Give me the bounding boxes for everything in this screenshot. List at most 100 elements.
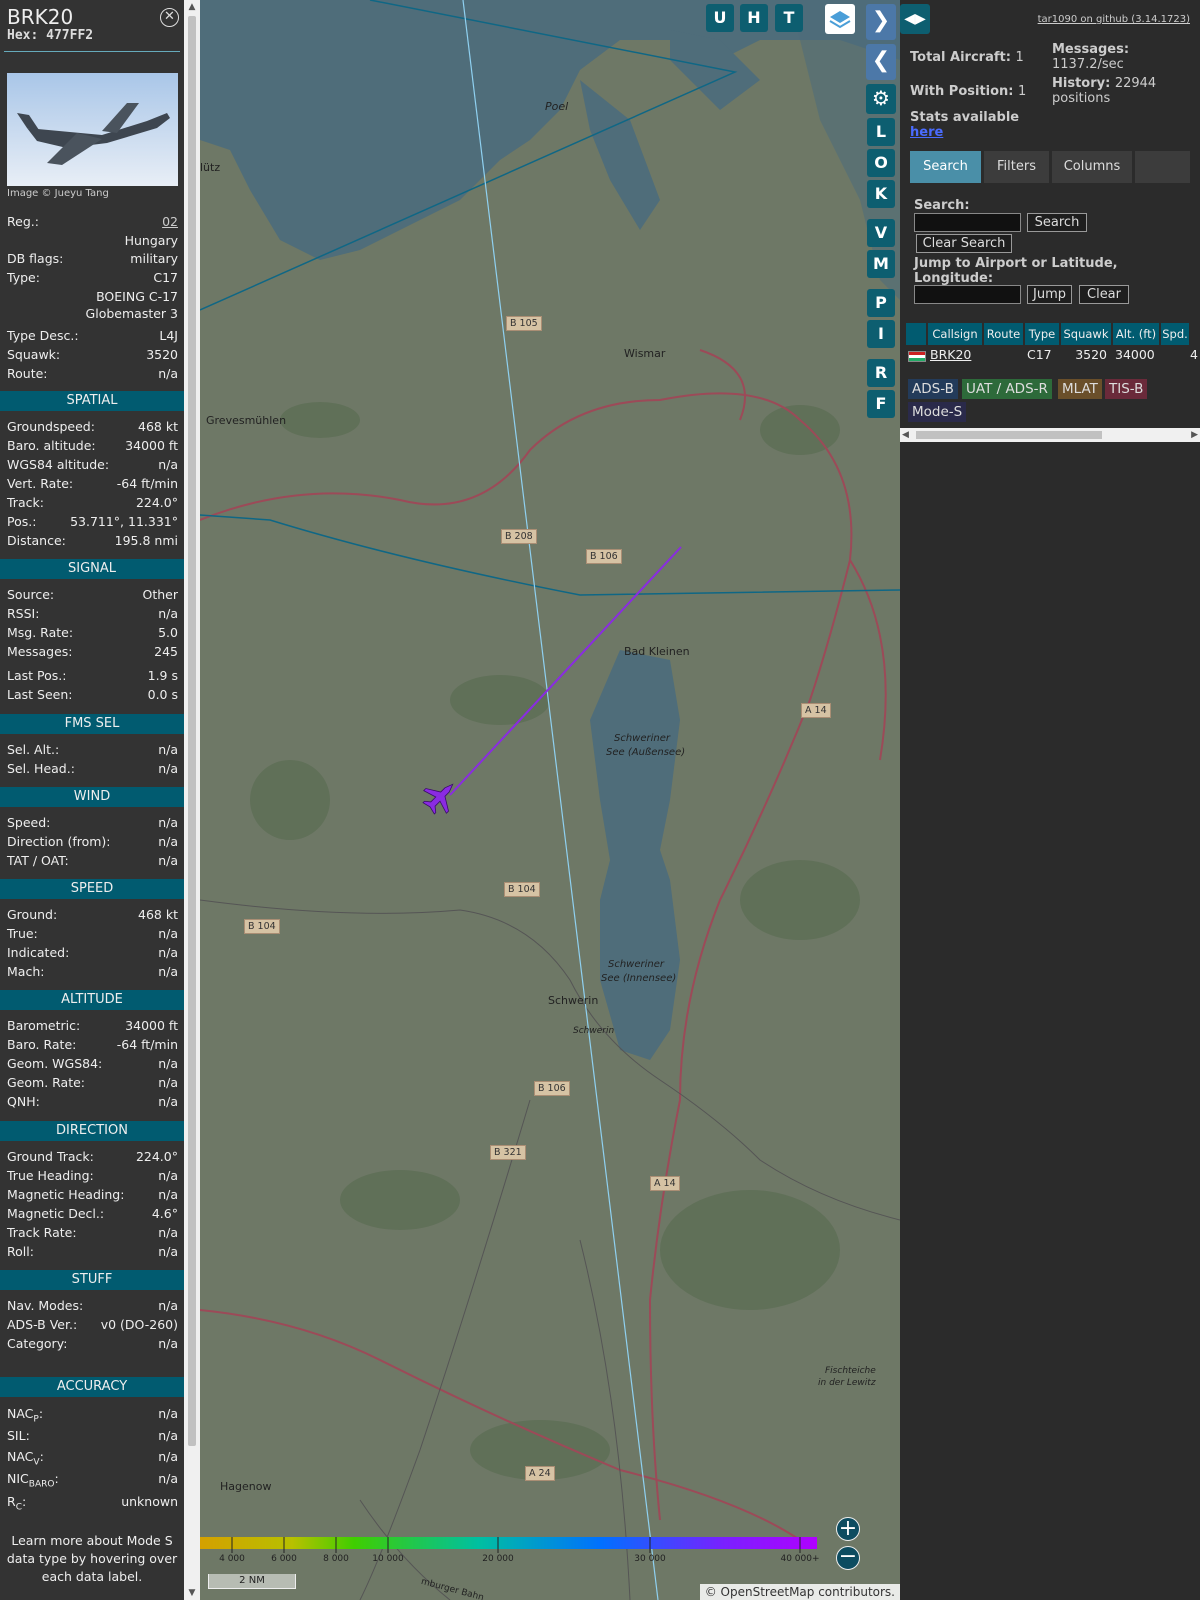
spatial-label[interactable]: Distance: xyxy=(7,532,66,550)
accuracy-label[interactable]: SIL: xyxy=(7,1427,30,1451)
accuracy-label[interactable]: NICBARO: xyxy=(7,1470,59,1494)
button-h[interactable]: H xyxy=(740,4,768,32)
speed-label[interactable]: Mach: xyxy=(7,963,44,981)
scrollbar-thumb[interactable] xyxy=(188,16,196,1446)
reg-link[interactable]: 02 xyxy=(162,213,178,231)
speed-label[interactable]: True: xyxy=(7,925,38,943)
scroll-down-arrow-icon[interactable]: ▼ xyxy=(184,1586,200,1600)
toggle-panel-button[interactable]: ◀▶ xyxy=(900,4,930,34)
direction-label[interactable]: True Heading: xyxy=(7,1167,94,1185)
spatial-label[interactable]: Groundspeed: xyxy=(7,418,95,436)
wind-label[interactable]: TAT / OAT: xyxy=(7,852,69,870)
jump-button[interactable]: Jump xyxy=(1027,285,1072,304)
scale-bar-label: 2 NM xyxy=(239,1575,265,1586)
expand-sidebar-button[interactable]: ❮ xyxy=(866,44,896,80)
spatial-label[interactable]: Baro. altitude: xyxy=(7,437,96,455)
aircraft-photo[interactable] xyxy=(7,73,178,186)
table-header-cell[interactable]: Type xyxy=(1025,323,1059,345)
stuff-label[interactable]: ADS-B Ver.: xyxy=(7,1316,77,1334)
speed-label[interactable]: Ground: xyxy=(7,906,57,924)
button-m[interactable]: M xyxy=(867,250,895,278)
speed-label[interactable]: Indicated: xyxy=(7,944,69,962)
zoom-out-button[interactable]: − xyxy=(836,1546,860,1570)
accuracy-row: RC: unknown xyxy=(7,1493,178,1513)
button-t[interactable]: T xyxy=(775,4,803,32)
fms-label[interactable]: Sel. Head.: xyxy=(7,760,75,778)
search-button[interactable]: Search xyxy=(1027,213,1087,232)
section-wind: WIND xyxy=(0,787,184,807)
spatial-label[interactable]: Track: xyxy=(7,494,44,512)
tab-columns[interactable]: Columns xyxy=(1052,151,1132,183)
signal-label[interactable]: Last Pos.: xyxy=(7,667,66,685)
sidebar-scrollbar[interactable]: ▲ ▼ xyxy=(184,0,200,1600)
clear-search-button[interactable]: Clear Search xyxy=(916,234,1012,253)
search-input[interactable] xyxy=(914,213,1021,232)
tab-search[interactable]: Search xyxy=(910,151,981,183)
button-p[interactable]: P xyxy=(867,289,895,317)
altitude-label[interactable]: Geom. WGS84: xyxy=(7,1055,102,1073)
accuracy-value: n/a xyxy=(158,1471,178,1486)
button-u[interactable]: U xyxy=(706,4,734,32)
table-header-cell[interactable]: Alt. (ft) xyxy=(1113,323,1159,345)
signal-label[interactable]: Messages: xyxy=(7,643,73,661)
row-callsign[interactable]: BRK20 xyxy=(930,347,971,362)
spatial-row: Distance: 195.8 nmi xyxy=(7,532,178,550)
button-l[interactable]: L xyxy=(867,118,895,146)
altitude-label[interactable]: QNH: xyxy=(7,1093,40,1111)
attribution-text[interactable]: © OpenStreetMap contributors. xyxy=(705,1585,895,1599)
clear-jump-button[interactable]: Clear xyxy=(1079,285,1129,304)
button-o[interactable]: O xyxy=(867,149,895,177)
altitude-label[interactable]: Baro. Rate: xyxy=(7,1036,76,1054)
signal-label[interactable]: RSSI: xyxy=(7,605,39,623)
map-view[interactable]: Poel lütz Wismar Grevesmühlen Bad Kleine… xyxy=(200,0,900,1600)
button-v[interactable]: V xyxy=(867,219,895,247)
altitude-label[interactable]: Barometric: xyxy=(7,1017,80,1035)
hscroll-thumb[interactable] xyxy=(916,431,1102,439)
signal-label[interactable]: Source: xyxy=(7,586,54,604)
button-i[interactable]: I xyxy=(867,320,895,348)
accuracy-label[interactable]: NACV: xyxy=(7,1448,44,1472)
altitude-label[interactable]: Geom. Rate: xyxy=(7,1074,85,1092)
row-spd: 4 xyxy=(1190,347,1198,362)
direction-label[interactable]: Magnetic Decl.: xyxy=(7,1205,104,1223)
spatial-label[interactable]: Vert. Rate: xyxy=(7,475,73,493)
stats-here-link[interactable]: here xyxy=(910,125,943,140)
button-k[interactable]: K xyxy=(867,180,895,208)
signal-label[interactable]: Last Seen: xyxy=(7,686,72,704)
table-header-cell[interactable] xyxy=(906,323,926,345)
table-header-cell[interactable]: Route xyxy=(984,323,1023,345)
direction-label[interactable]: Ground Track: xyxy=(7,1148,94,1166)
map-attribution[interactable]: © OpenStreetMap contributors. xyxy=(699,1584,900,1600)
hscroll-left-icon[interactable]: ◀ xyxy=(902,428,909,442)
accuracy-label[interactable]: NACP: xyxy=(7,1405,43,1429)
wind-label[interactable]: Direction (from): xyxy=(7,833,111,851)
tab-filters[interactable]: Filters xyxy=(984,151,1049,183)
button-r[interactable]: R xyxy=(867,359,895,387)
stuff-label[interactable]: Nav. Modes: xyxy=(7,1297,83,1315)
table-header-cell[interactable]: Squawk xyxy=(1061,323,1111,345)
stuff-label[interactable]: Category: xyxy=(7,1335,67,1353)
table-header-cell[interactable]: Callsign xyxy=(928,323,982,345)
button-f[interactable]: F xyxy=(867,390,895,418)
direction-label[interactable]: Roll: xyxy=(7,1243,34,1261)
table-header-cell[interactable]: Spd. xyxy=(1161,323,1189,345)
layers-button[interactable] xyxy=(825,4,855,34)
github-link[interactable]: tar1090 on github (3.14.1723) xyxy=(1038,14,1190,25)
settings-button[interactable]: ⚙ xyxy=(866,84,896,114)
spatial-label[interactable]: Pos.: xyxy=(7,513,36,531)
direction-label[interactable]: Magnetic Heading: xyxy=(7,1186,124,1204)
spatial-label[interactable]: WGS84 altitude: xyxy=(7,456,109,474)
jump-input[interactable] xyxy=(914,285,1021,304)
zoom-in-button[interactable]: + xyxy=(836,1517,860,1541)
fms-label[interactable]: Sel. Alt.: xyxy=(7,741,59,759)
hscroll-right-icon[interactable]: ▶ xyxy=(1191,428,1198,442)
direction-label[interactable]: Track Rate: xyxy=(7,1224,77,1242)
collapse-right-button[interactable]: ❯ xyxy=(866,4,896,40)
signal-label[interactable]: Msg. Rate: xyxy=(7,624,73,642)
scroll-up-arrow-icon[interactable]: ▲ xyxy=(184,0,200,14)
close-icon[interactable]: ✕ xyxy=(160,8,179,27)
accuracy-label[interactable]: RC: xyxy=(7,1493,26,1517)
table-row[interactable]: BRK20 C17 3520 34000 4 xyxy=(906,347,1200,365)
wind-label[interactable]: Speed: xyxy=(7,814,50,832)
table-horizontal-scrollbar[interactable]: ◀ ▶ xyxy=(900,428,1200,442)
